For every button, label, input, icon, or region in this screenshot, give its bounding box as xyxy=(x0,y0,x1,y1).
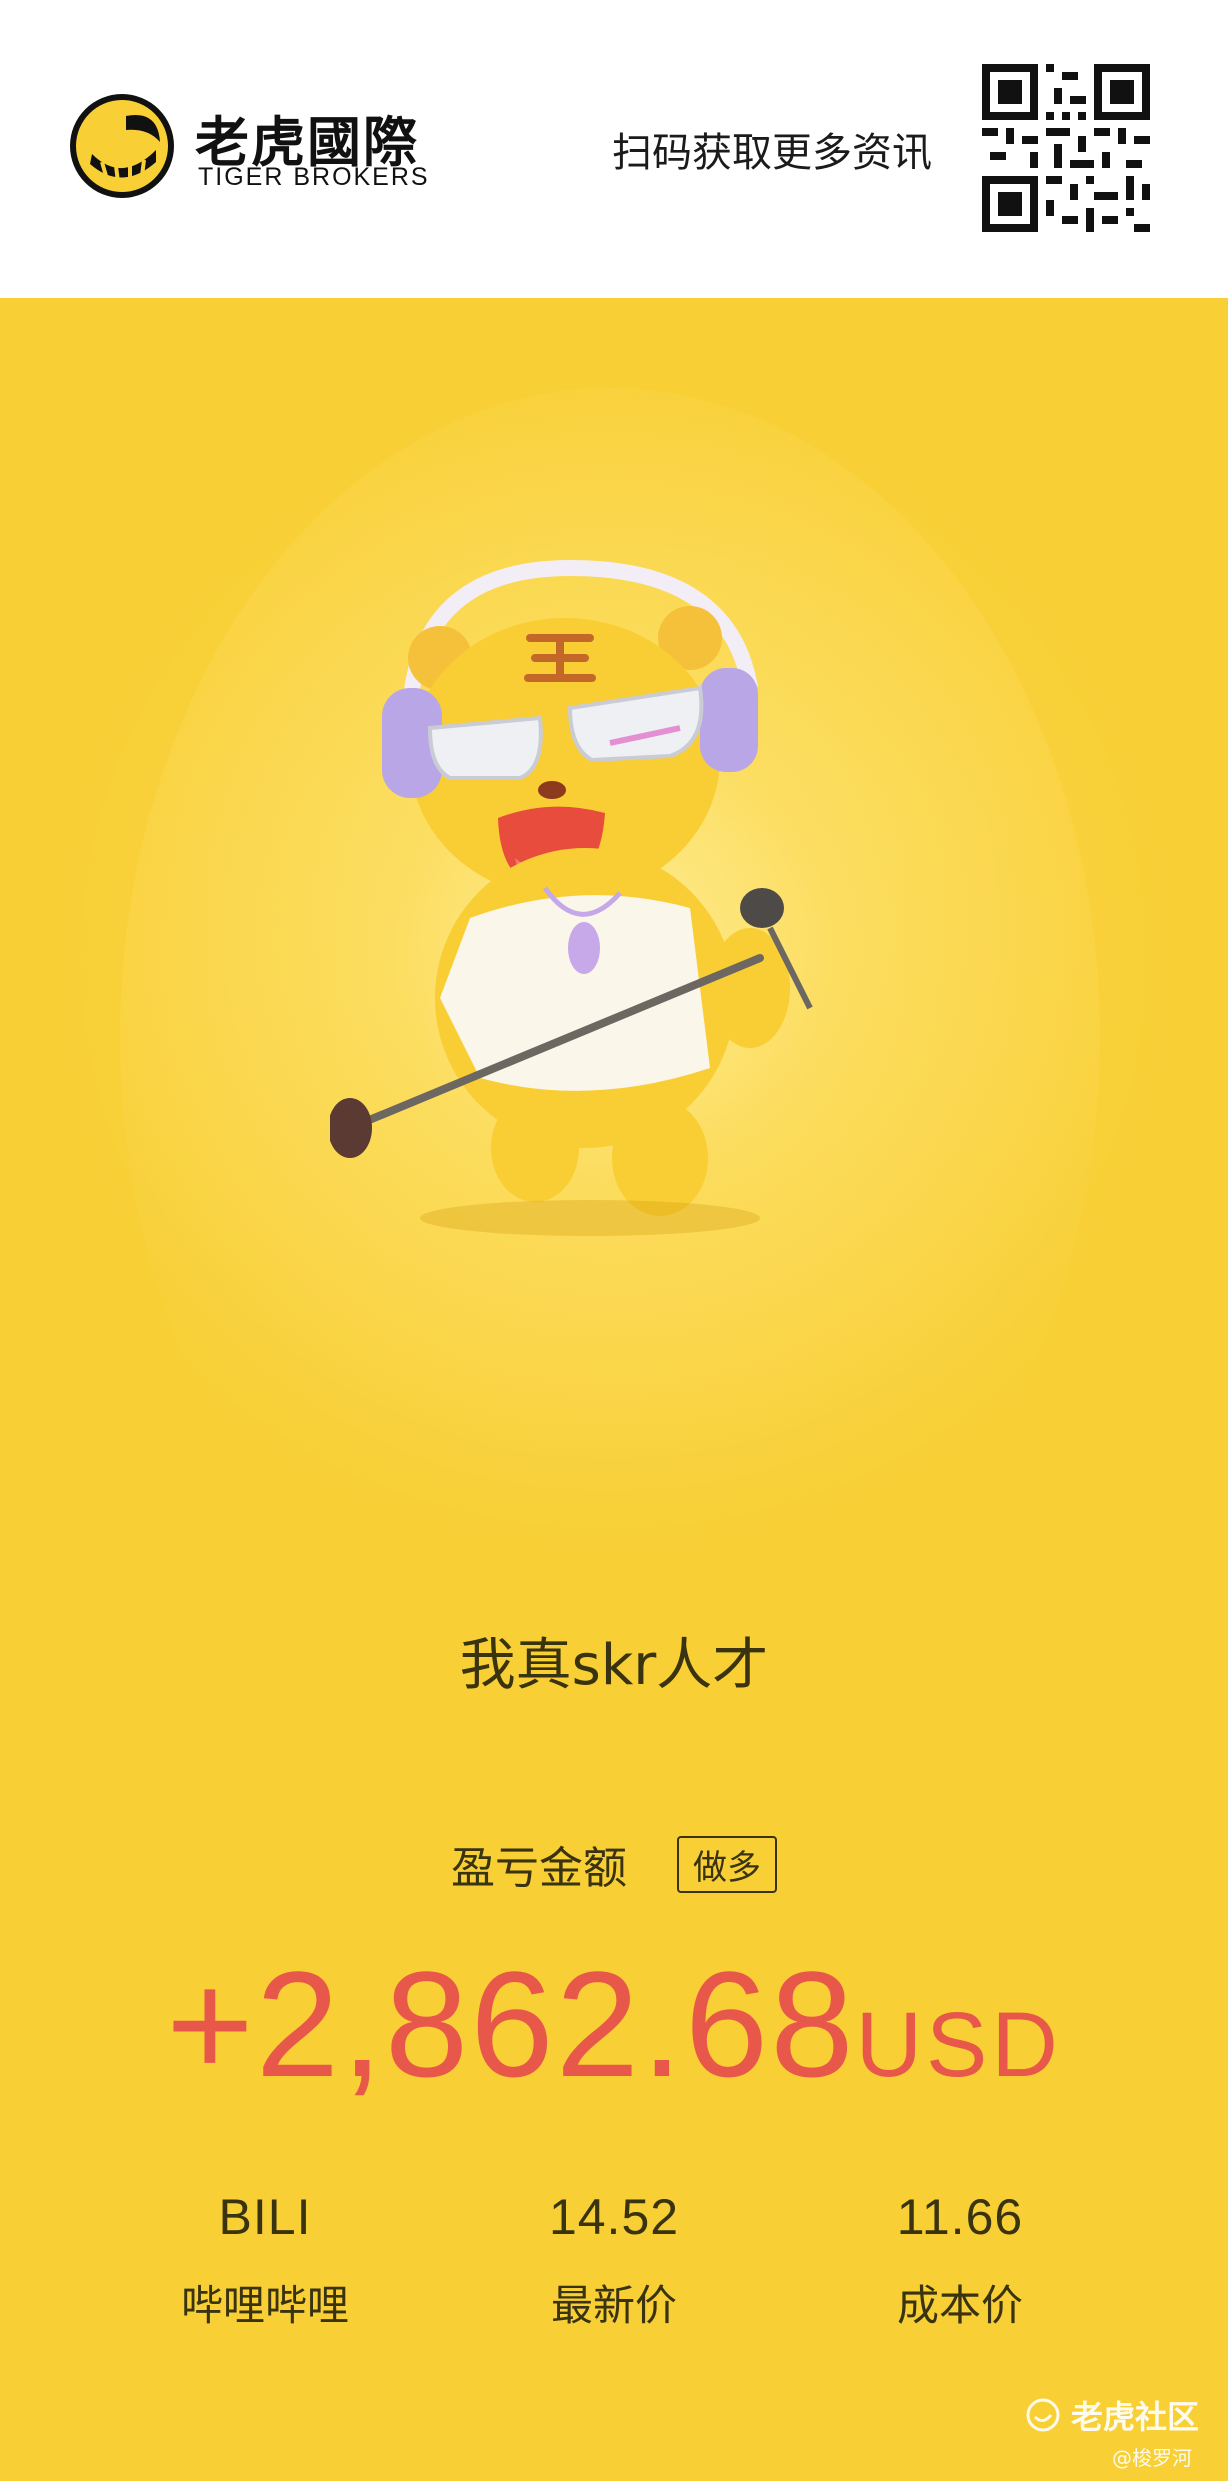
scan-prompt: 扫码获取更多资讯 xyxy=(612,130,932,176)
stock-symbol-stat: BILI 哔哩哔哩 xyxy=(115,2188,415,2333)
cost-price-label: 成本价 xyxy=(896,2281,1023,2330)
latest-price-stat: 14.52 最新价 xyxy=(464,2188,764,2333)
cost-price-value: 11.66 xyxy=(896,2189,1024,2245)
direction-badge: 做多 xyxy=(677,1835,777,1893)
watermark-text: 老虎社区 xyxy=(1071,2398,1200,2436)
tiger-mascot-with-microphone xyxy=(330,559,813,1236)
pnl-amount: +2,862.68 xyxy=(166,1940,856,2108)
pnl-label: 盈亏金额 xyxy=(451,1843,627,1894)
tiger-community-icon xyxy=(1026,2398,1060,2432)
watermark-username: @梭罗河 xyxy=(1112,2446,1192,2470)
tiger-logo-icon xyxy=(70,94,174,198)
brand-name-en: TIGER BROKERS xyxy=(198,163,430,191)
pnl-currency: USD xyxy=(855,1994,1062,2096)
slogan-text: 我真skr人才 xyxy=(459,1633,769,1698)
stock-name: 哔哩哔哩 xyxy=(180,2281,349,2330)
latest-price-label: 最新价 xyxy=(550,2281,677,2330)
community-watermark: 老虎社区 xyxy=(1025,2392,1199,2438)
pnl-share-card: 我真skr人才 盈亏金额 做多 +2,862.68USD BILI 哔哩哔哩 1… xyxy=(0,298,1228,2481)
stock-symbol: BILI xyxy=(218,2189,312,2245)
cost-price-stat: 11.66 成本价 xyxy=(810,2188,1110,2333)
qr-code-icon[interactable] xyxy=(982,64,1150,232)
header: 老虎國際 TIGER BROKERS 扫码获取更多资讯 xyxy=(0,0,1228,298)
pnl-label-row: 盈亏金额 做多 xyxy=(0,1832,1228,1896)
pnl-amount-row: +2,862.68USD xyxy=(0,1938,1228,2111)
latest-price-value: 14.52 xyxy=(548,2189,680,2245)
